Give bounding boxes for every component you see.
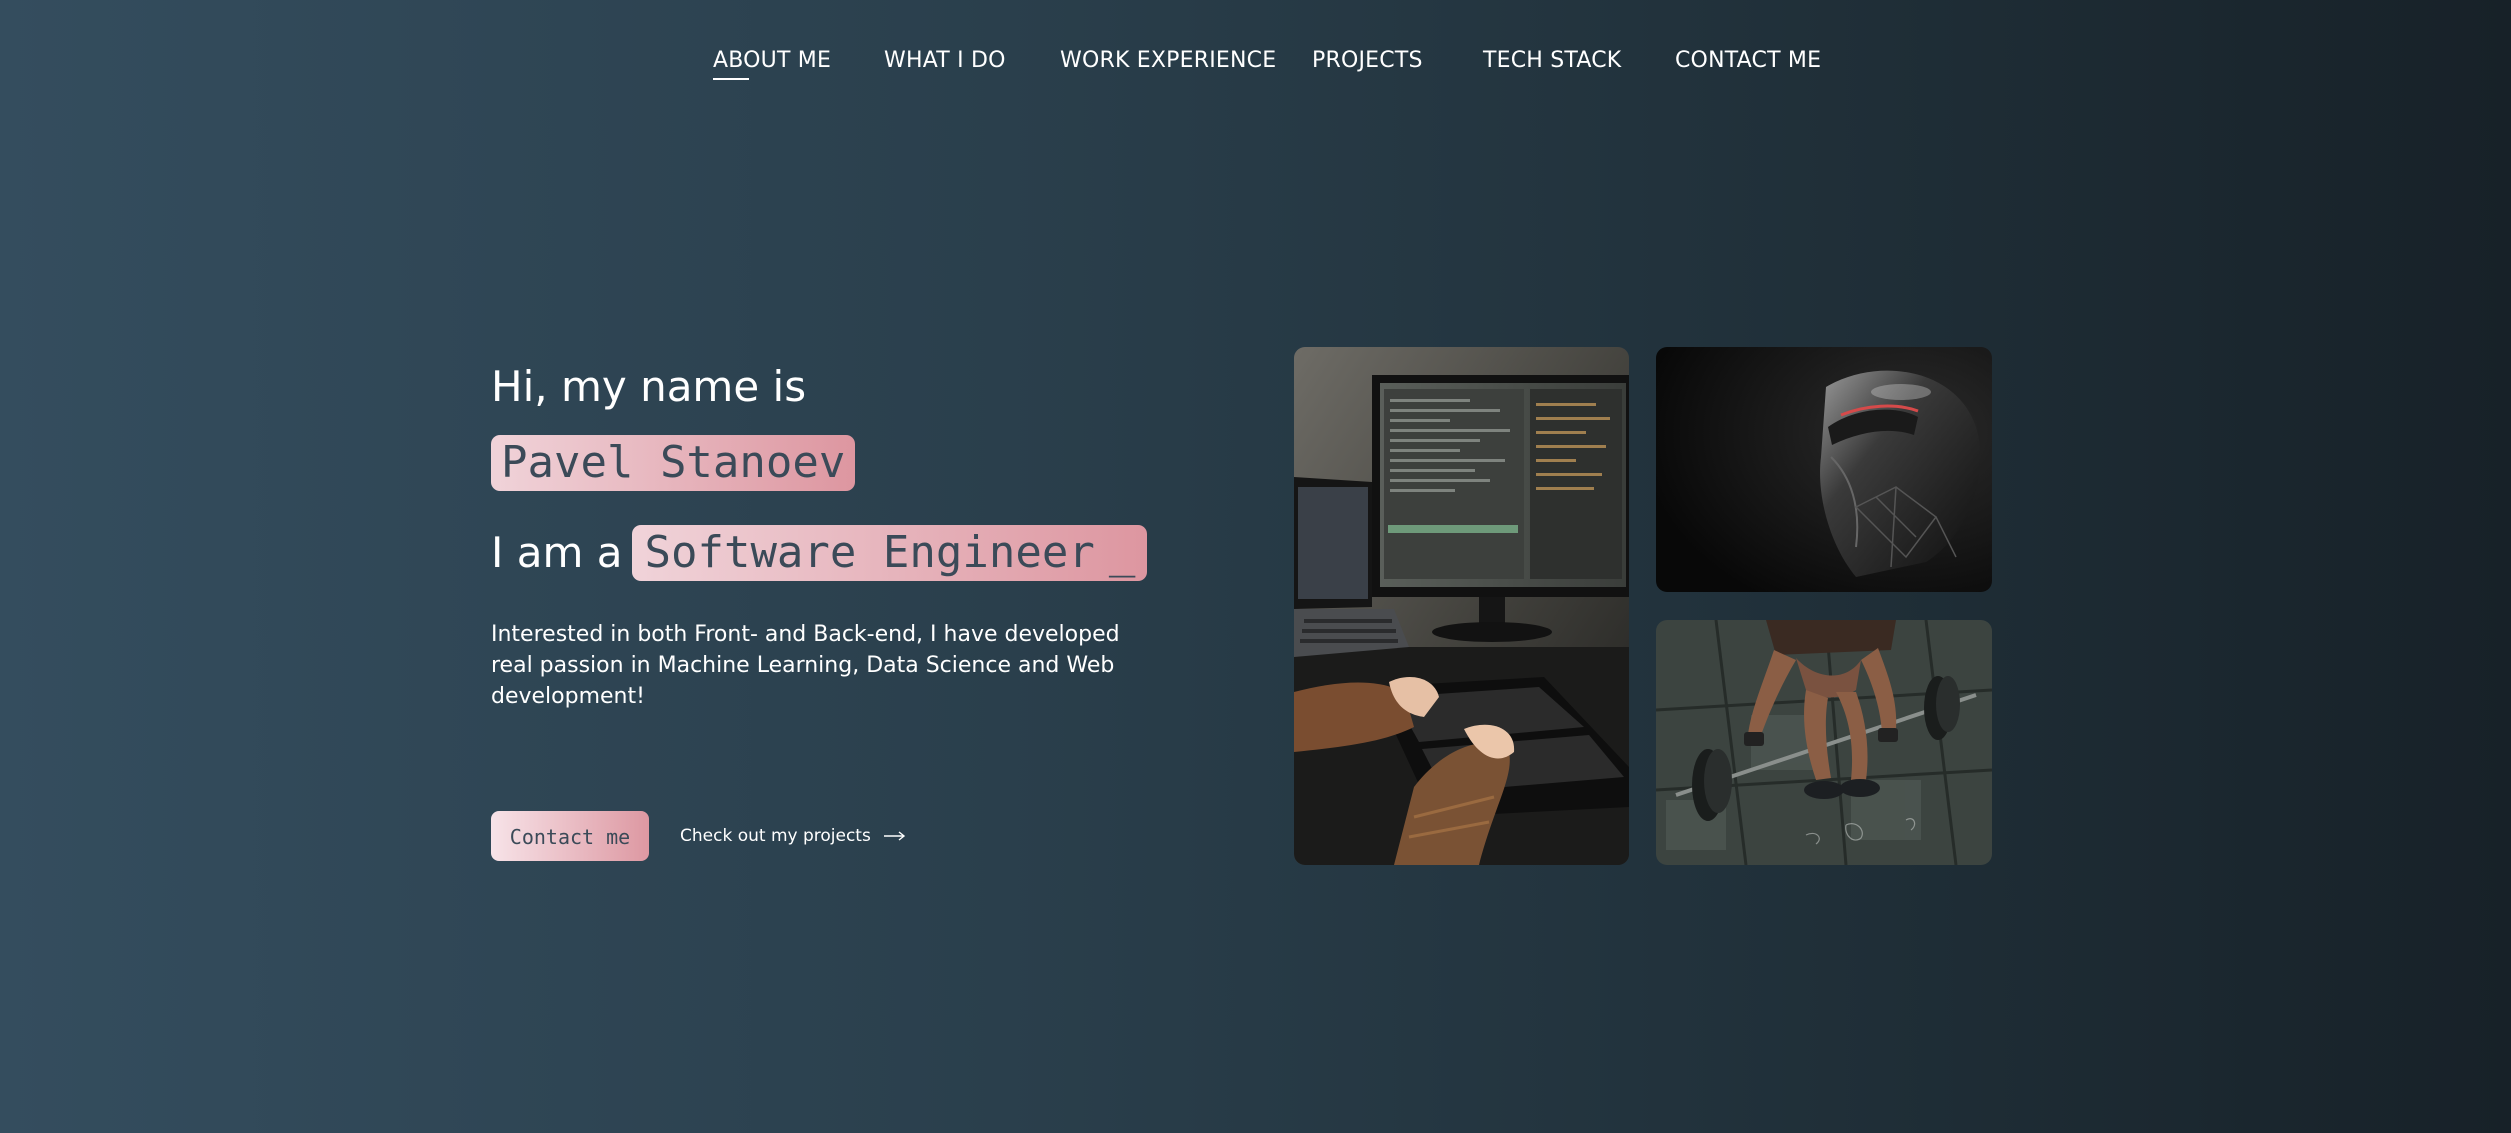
- nav-item-projects[interactable]: PROJECTS: [1312, 46, 1423, 76]
- nav-item-work-experience[interactable]: WORK EXPERIENCE: [1060, 46, 1276, 76]
- greeting-heading: Hi, my name is: [491, 362, 807, 411]
- typing-cursor: _: [1108, 527, 1136, 578]
- role-text: Software Engineer: [644, 527, 1095, 578]
- nav-item-tech-stack[interactable]: TECH STACK: [1483, 46, 1621, 76]
- nav-item-label: PROJECTS: [1312, 48, 1423, 73]
- nav-item-label: CONTACT ME: [1675, 48, 1822, 73]
- arrow-right-icon: [884, 822, 906, 850]
- active-nav-underline: [713, 78, 749, 80]
- nav-item-label: WHAT I DO: [884, 48, 1006, 73]
- role-highlight: Software Engineer _: [632, 525, 1148, 581]
- nav-item-contact-me[interactable]: CONTACT ME: [1675, 46, 1821, 76]
- intro-paragraph: Interested in both Front- and Back-end, …: [491, 622, 1120, 709]
- projects-link-label: Check out my projects: [680, 826, 871, 846]
- check-out-projects-link[interactable]: Check out my projects: [680, 822, 906, 850]
- weightlifting-photo: [1656, 620, 1992, 865]
- nav-item-what-i-do[interactable]: WHAT I DO: [884, 46, 1006, 76]
- nav-item-label: ABOUT ME: [713, 48, 832, 73]
- role-line: I am a Software Engineer _: [491, 524, 1148, 582]
- name-highlight: Pavel Stanoev: [491, 435, 856, 491]
- nav-item-about-me[interactable]: ABOUT ME: [713, 46, 832, 80]
- nav-item-label: TECH STACK: [1483, 48, 1622, 73]
- robot-helmet-photo: [1656, 347, 1992, 592]
- role-prefix: I am a: [491, 528, 623, 577]
- top-navigation: ABOUT ME WHAT I DO WORK EXPERIENCE PROJE…: [0, 0, 2511, 120]
- contact-me-button[interactable]: Contact me: [491, 811, 649, 861]
- nav-item-label: WORK EXPERIENCE: [1060, 48, 1277, 73]
- computer-desk-photo: [1294, 347, 1629, 865]
